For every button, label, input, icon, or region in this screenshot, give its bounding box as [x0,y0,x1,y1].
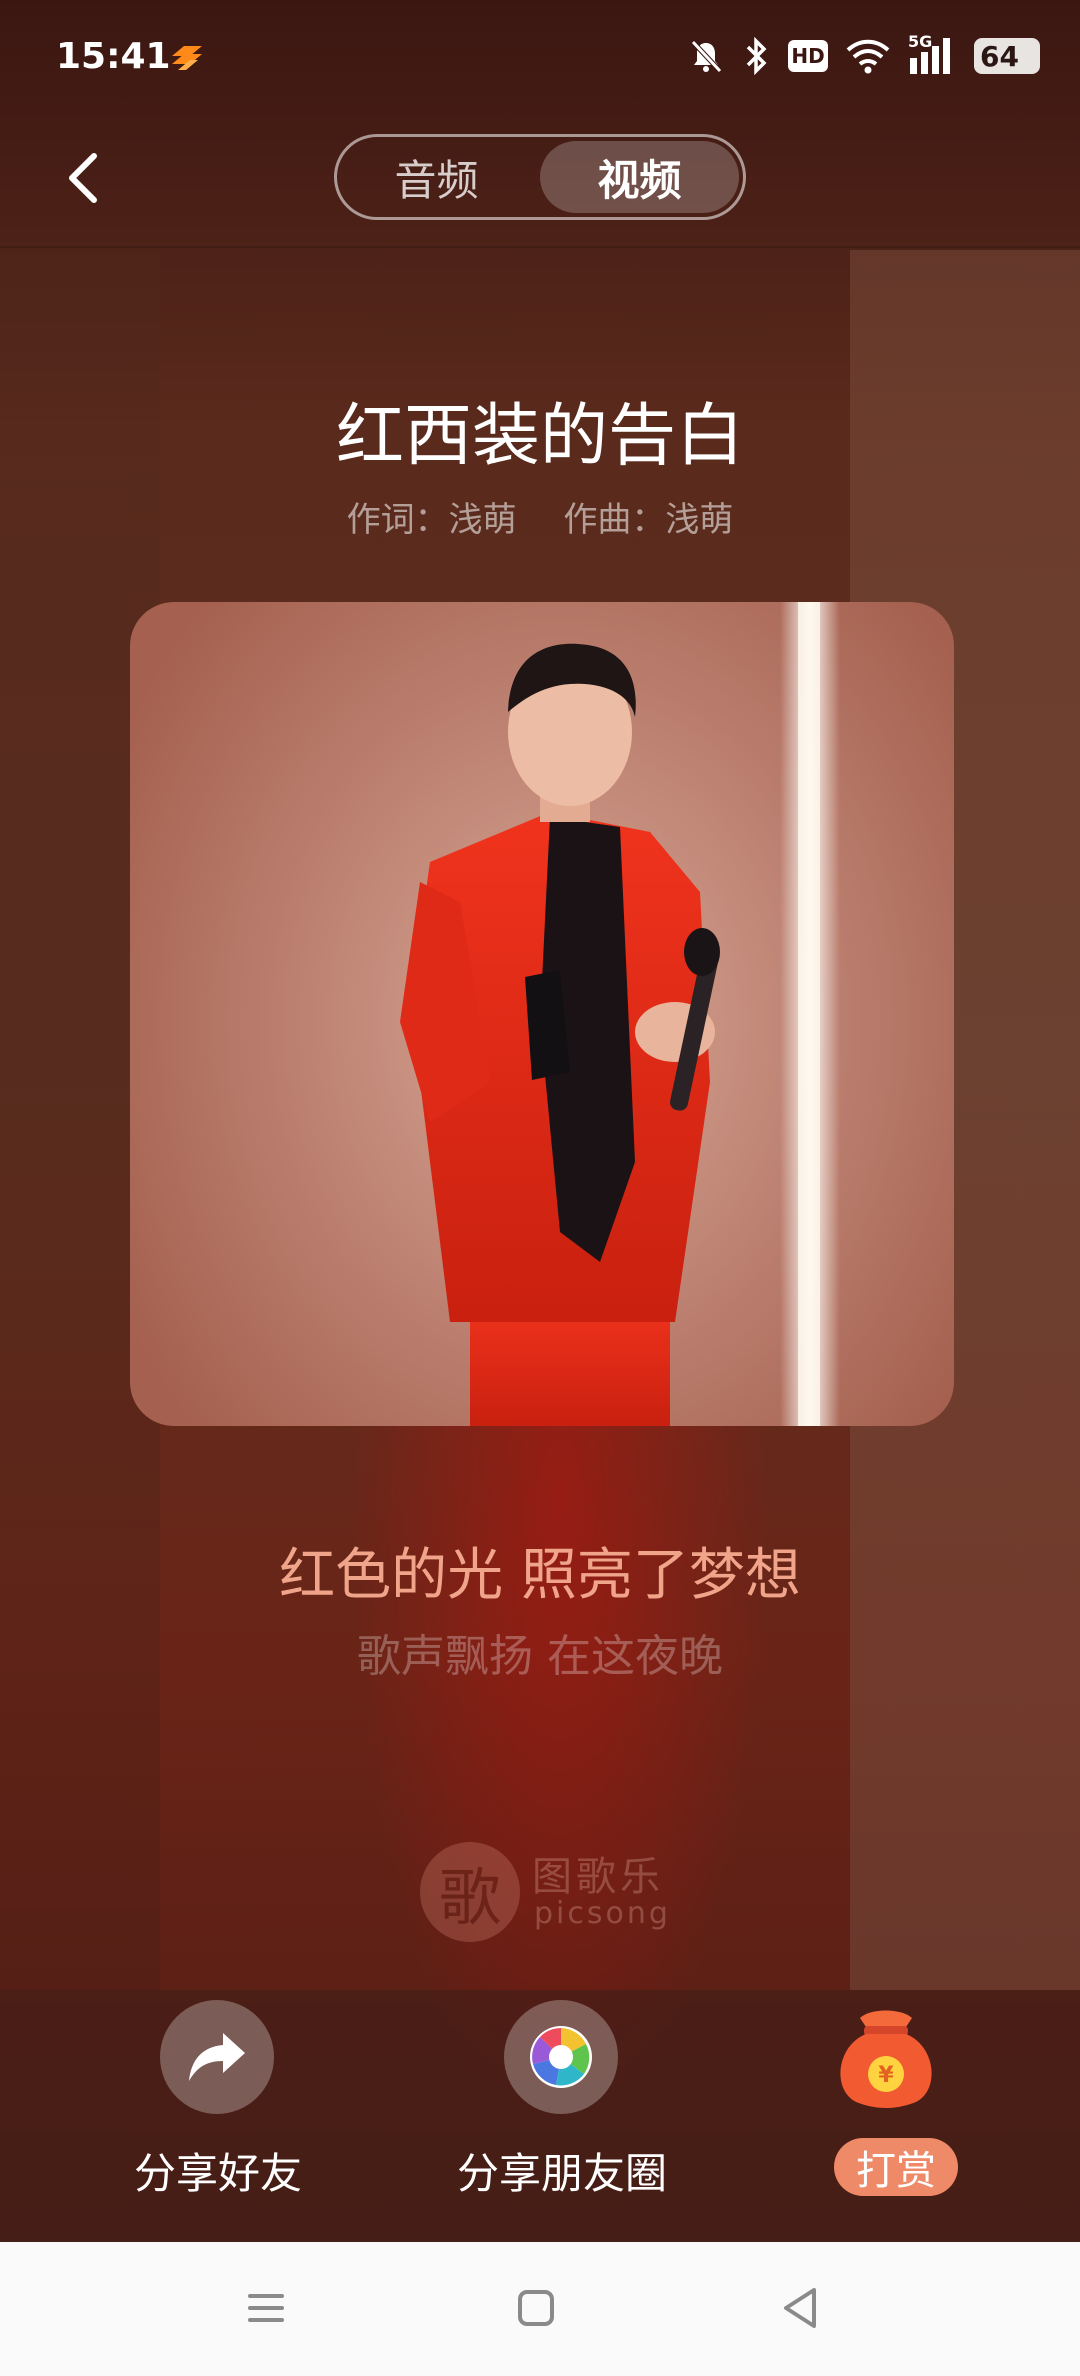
back-triangle-icon[interactable] [770,2278,830,2338]
reward-currency-symbol: ¥ [878,2063,894,2088]
reward-button[interactable]: ¥ 打赏 [756,2000,1016,2200]
watermark-name-cn: 图歌乐 [532,1854,664,1900]
share-moments-label: 分享朋友圈 [456,2149,667,2198]
share-moments-circle [504,2000,618,2114]
menu-lines-icon[interactable] [236,2278,296,2338]
composer-credit: 作曲：浅萌 [563,500,734,540]
tab-audio[interactable]: 音频 [337,137,536,217]
money-bag-icon: ¥ [840,2010,932,2108]
header-divider [0,246,1080,248]
battery-indicator: 64 [974,38,1040,74]
mute-bell-icon [691,40,722,73]
cover-artwork-singer [400,602,840,1426]
back-arrow-icon[interactable] [58,148,106,208]
album-cover[interactable] [130,602,954,1426]
watermark-name-en: picsong [534,1896,671,1931]
status-time: 15:41 [56,36,171,77]
wifi-icon [846,39,890,74]
system-nav-bar [0,2242,1080,2376]
signal-bars-icon [910,38,950,74]
hd-badge: HD [788,40,828,72]
song-credits: 作词：浅萌 作曲：浅萌 [0,492,1080,541]
tab-video[interactable]: 视频 [540,141,739,213]
lyric-next-line: 歌声飘扬 在这夜晚 [357,1631,723,1682]
bluetooth-icon [746,37,767,75]
share-moments-button[interactable]: 分享朋友圈 [432,2000,692,2200]
share-friend-button[interactable]: 分享好友 [88,2000,348,2200]
share-arrow-icon [189,2033,245,2081]
lyric-current-line: 红色的光 照亮了梦想 [279,1543,801,1608]
moments-aperture-icon [530,2026,592,2088]
media-type-switch: 音频 视频 [334,134,746,220]
notification-app-icon [172,46,202,70]
status-bar: 15:41 HD 5G 64 [0,0,1080,120]
picsong-watermark: 歌 图歌乐 picsong [420,1838,680,1948]
lyricist-credit: 作词：浅萌 [346,500,517,540]
status-icons: HD 5G 64 [688,32,1040,76]
share-friend-label: 分享好友 [133,2149,302,2198]
song-title: 红西装的告白 [335,397,744,476]
share-friend-circle [160,2000,274,2114]
cellular-signal: 5G [908,32,956,76]
reward-label: 打赏 [834,2138,958,2196]
picsong-logo-icon: 歌 [420,1842,520,1942]
home-square-icon[interactable] [506,2278,566,2338]
